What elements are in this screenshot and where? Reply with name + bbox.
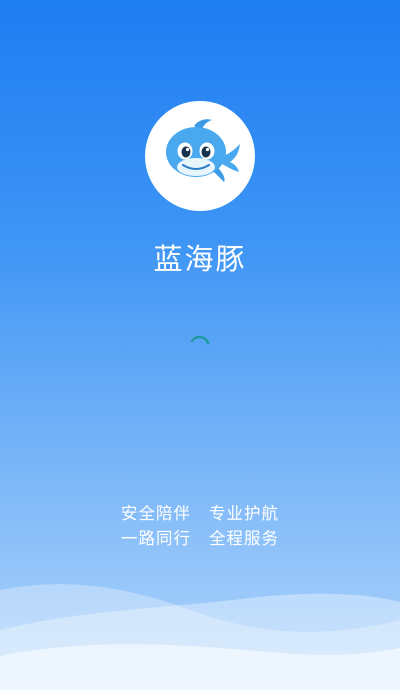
app-name: 蓝海豚: [153, 242, 247, 276]
app-logo: [145, 101, 255, 211]
slogan-line-2: 一路同行 全程服务: [0, 525, 400, 549]
slogan-line-1: 安全陪伴 专业护航: [0, 500, 400, 524]
splash-screen: 蓝海豚 安全陪伴 专业护航 一路同行 全程服务: [0, 0, 400, 690]
wave-decoration: [0, 584, 400, 690]
slogan-text: 专业护航: [209, 504, 279, 523]
dolphin-logo-icon: [166, 119, 240, 182]
slogan-text: 全程服务: [209, 529, 279, 548]
slogan-text: 安全陪伴: [121, 504, 191, 523]
loading-spinner-icon: [190, 335, 210, 345]
slogan-text: 一路同行: [121, 529, 191, 548]
